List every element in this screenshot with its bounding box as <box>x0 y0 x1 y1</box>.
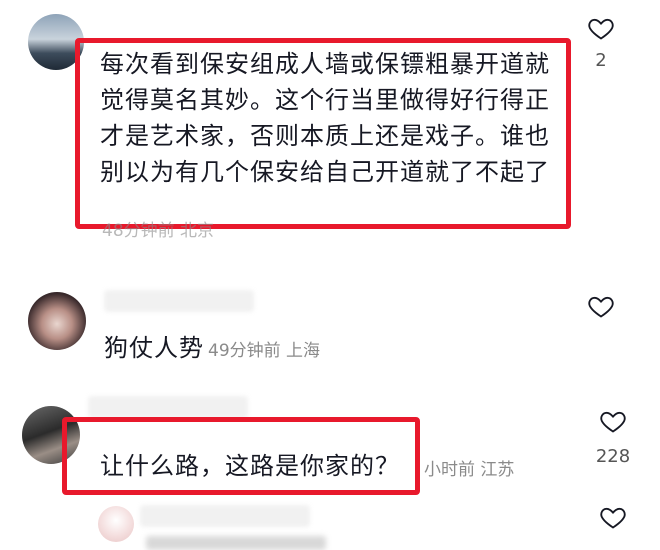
comment-text: 每次看到保安组成人墙或保镖粗暴开道就觉得莫名其妙。这个行当里做得好行得正才是艺术… <box>100 50 550 186</box>
comment-text: 狗仗人势 <box>104 334 204 362</box>
like-count: 228 <box>595 446 631 467</box>
like-count: 2 <box>595 50 607 71</box>
username-blurred <box>140 505 310 527</box>
heart-outline-icon[interactable] <box>598 407 628 435</box>
comment-text-partial <box>146 536 326 550</box>
heart-outline-icon[interactable] <box>586 14 616 42</box>
comment-meta: 48分钟前 北京 <box>102 221 215 241</box>
username-blurred <box>104 290 254 312</box>
comment-meta: 小时前 江苏 <box>424 460 515 480</box>
comment-text: 让什么路，这路是你家的？ <box>100 452 400 480</box>
heart-outline-icon[interactable] <box>586 292 616 320</box>
avatar[interactable] <box>98 506 134 542</box>
avatar[interactable] <box>28 292 86 350</box>
comment-meta: 49分钟前 上海 <box>208 341 321 361</box>
heart-outline-icon[interactable] <box>598 503 628 531</box>
username-blurred <box>88 396 248 418</box>
